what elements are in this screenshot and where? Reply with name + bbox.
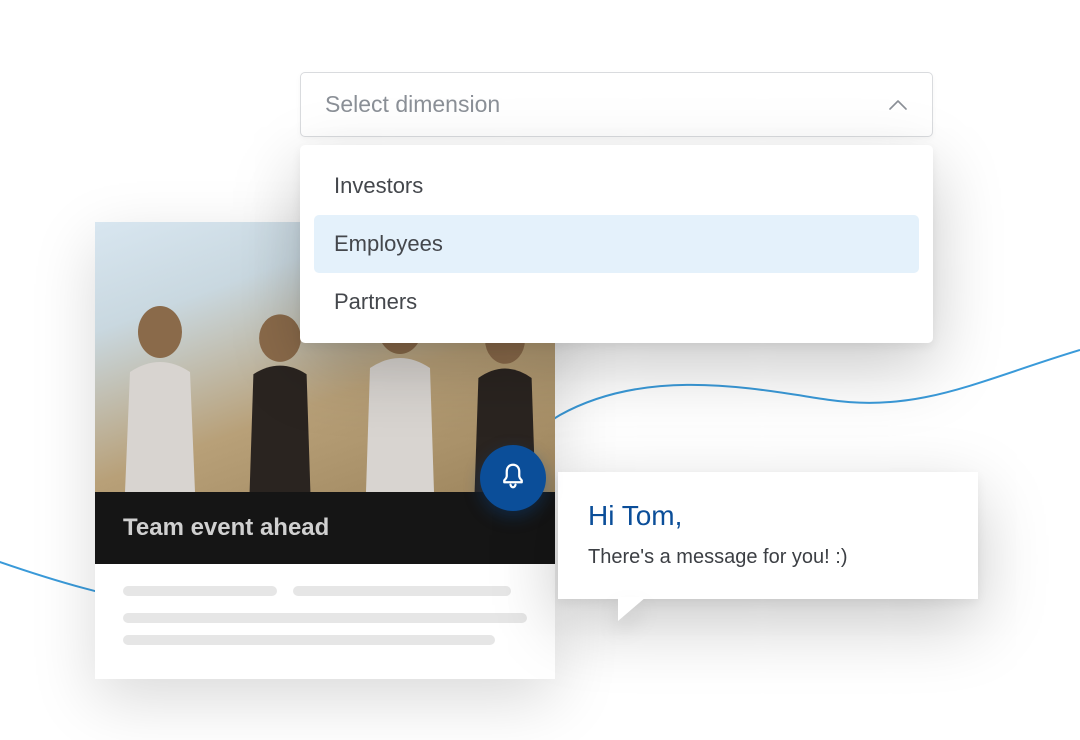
dropdown-option-investors[interactable]: Investors (314, 157, 919, 215)
dimension-dropdown: Select dimension Investors Employees Par… (300, 72, 933, 343)
event-card-body (95, 564, 555, 679)
bell-icon (498, 461, 528, 496)
dimension-select-placeholder: Select dimension (325, 91, 500, 118)
skeleton-line (123, 586, 277, 596)
chevron-up-icon (888, 98, 908, 112)
dropdown-option-employees[interactable]: Employees (314, 215, 919, 273)
dropdown-option-partners[interactable]: Partners (314, 273, 919, 331)
event-card-title: Team event ahead (95, 492, 555, 564)
skeleton-line (123, 613, 527, 623)
speech-bubble-tail (618, 597, 646, 621)
skeleton-line (293, 586, 511, 596)
notification-badge[interactable] (480, 445, 546, 511)
skeleton-line (123, 635, 495, 645)
message-body-text: There's a message for you! :) (588, 546, 948, 569)
dimension-dropdown-panel: Investors Employees Partners (300, 145, 933, 343)
dimension-select-trigger[interactable]: Select dimension (300, 72, 933, 137)
message-bubble: Hi Tom, There's a message for you! :) (558, 472, 978, 599)
message-greeting: Hi Tom, (588, 500, 948, 532)
